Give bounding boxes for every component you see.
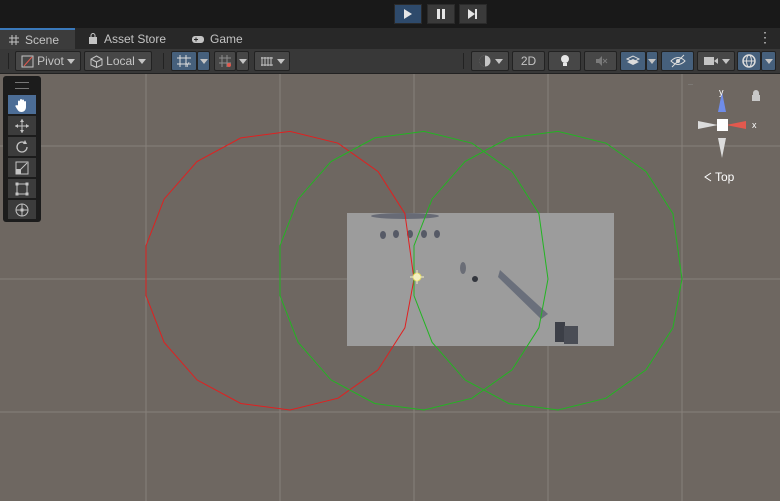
scene-toolbar: Pivot Local Y 2D — [0, 49, 780, 74]
y-axis-label: y — [719, 87, 724, 97]
grid-visibility-button[interactable] — [254, 51, 290, 71]
scene-viewport[interactable] — [0, 74, 780, 501]
play-bar — [0, 0, 780, 28]
gizmos-dropdown[interactable] — [761, 51, 776, 71]
hand-tool-button[interactable] — [8, 95, 36, 114]
lighting-toggle-button[interactable] — [548, 51, 581, 71]
transform-tool-button[interactable] — [8, 200, 36, 219]
layers-effects-icon — [625, 55, 641, 65]
gizmos-toggle-button[interactable] — [737, 51, 761, 71]
increment-snap-button[interactable] — [214, 51, 236, 71]
shading-sphere-icon — [479, 55, 490, 67]
view-orientation-text: Top — [715, 170, 735, 184]
tab-game[interactable]: Game — [183, 28, 251, 49]
scene-canvas — [0, 74, 780, 501]
video-camera-icon — [703, 57, 718, 65]
scale-icon — [15, 161, 29, 174]
view-orientation-label[interactable]: Top — [703, 170, 734, 184]
tab-scene-label: Scene — [25, 32, 60, 47]
increment-snap-icon — [219, 55, 231, 67]
toolbar-separator — [463, 53, 464, 69]
move-tool-button[interactable] — [8, 116, 36, 135]
svg-text:Y: Y — [185, 62, 190, 68]
toolbar-separator — [8, 53, 9, 69]
pause-icon — [437, 9, 445, 19]
more-options-icon[interactable]: ⋮ — [758, 30, 772, 44]
tab-asset-store[interactable]: Asset Store — [79, 28, 174, 49]
tab-asset-store-label: Asset Store — [104, 31, 167, 46]
grid-snap-dropdown[interactable] — [197, 51, 210, 71]
shopping-bag-icon — [89, 32, 97, 44]
transform-all-icon — [15, 203, 29, 216]
grid-snap-button[interactable]: Y — [171, 51, 197, 71]
step-forward-icon — [468, 9, 477, 19]
tab-bar: Scene Asset Store Game — [0, 28, 780, 50]
hidden-objects-toggle-button[interactable] — [661, 51, 694, 71]
pivot-label: Pivot — [37, 54, 64, 68]
audio-toggle-button[interactable] — [584, 51, 617, 71]
draw-mode-dropdown[interactable] — [471, 51, 509, 71]
increment-snap-dropdown[interactable] — [236, 51, 249, 71]
rotate-tool-button[interactable] — [8, 137, 36, 156]
cube-icon — [90, 54, 103, 68]
effects-dropdown[interactable] — [646, 51, 658, 71]
grid-icon — [9, 34, 19, 45]
gamepad-icon — [192, 35, 204, 43]
pivot-icon — [21, 55, 34, 67]
axis-gizmo-icon: y x — [680, 83, 760, 158]
move-arrows-icon — [15, 118, 29, 133]
pause-button[interactable] — [427, 4, 455, 24]
rect-transform-icon — [15, 182, 29, 195]
pivot-dropdown[interactable]: Pivot — [15, 51, 81, 71]
lightbulb-icon — [560, 55, 569, 66]
2d-toggle-button[interactable]: 2D — [512, 51, 545, 71]
drag-handle-icon[interactable] — [15, 82, 29, 89]
camera-settings-dropdown[interactable] — [697, 51, 735, 71]
speaker-muted-icon — [595, 56, 607, 66]
toolbar-separator — [163, 53, 164, 69]
local-dropdown[interactable]: Local — [84, 51, 152, 71]
x-axis-label: x — [752, 120, 757, 130]
eye-slash-icon — [669, 54, 686, 68]
2d-label: 2D — [520, 54, 537, 68]
play-icon — [404, 9, 412, 19]
chevron-left-icon — [704, 172, 712, 182]
grid-snap-icon: Y — [177, 55, 191, 68]
effects-toggle-button[interactable] — [620, 51, 646, 71]
rotate-icon — [16, 139, 28, 153]
gizmo-globe-icon — [742, 54, 756, 68]
rect-tool-button[interactable] — [8, 179, 36, 198]
tools-overlay — [3, 76, 41, 222]
tab-scene[interactable]: Scene — [0, 28, 75, 49]
tab-game-label: Game — [210, 31, 243, 46]
play-button[interactable] — [394, 4, 422, 24]
scale-tool-button[interactable] — [8, 158, 36, 177]
hand-icon — [15, 98, 26, 112]
local-label: Local — [106, 54, 135, 68]
ruler-grid-icon — [260, 57, 273, 66]
step-button[interactable] — [459, 4, 487, 24]
